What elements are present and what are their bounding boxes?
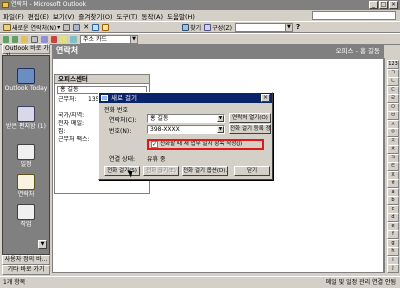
tasks-icon xyxy=(17,204,35,220)
other-shortcuts-button[interactable]: 기타 바로 가기 xyxy=(2,265,50,275)
sidebar-item-label: 연락처 xyxy=(17,191,35,198)
menu-file[interactable]: 파일(F) xyxy=(3,11,24,21)
folder-banner-right: 오피스 - 홍 길동 xyxy=(335,47,380,55)
standard-toolbar: 새로운 연락처(N) ▾ ✕ 찾기 구성(Z) ▼ ? xyxy=(0,21,400,33)
find-button[interactable]: 찾기 xyxy=(182,23,201,32)
forward-icon[interactable] xyxy=(12,35,18,43)
dialing-properties-button[interactable]: 전화 걸기 등록 정보(P)... xyxy=(229,124,271,134)
dialing-options-button[interactable]: 전화 걸기 옵션(D)... xyxy=(182,166,228,176)
calendar-icon xyxy=(17,144,35,160)
chevron-down-icon[interactable]: ▼ xyxy=(217,126,224,133)
undo-icon[interactable] xyxy=(51,35,57,43)
current-view-value: 주소 카드 xyxy=(83,35,107,43)
organize-label: 구성(Z) xyxy=(212,24,232,32)
item-count: 1개 항목 xyxy=(3,279,26,286)
outlook-shortcuts-header[interactable]: Outlook 바로 가기 xyxy=(2,44,50,60)
outlook-bar: Outlook Today 받은 편지함 (1) 일정 연락처 작업 ▼ xyxy=(2,55,50,255)
folder-title: 연락처 xyxy=(56,46,79,55)
menu-tools[interactable]: 도구(T) xyxy=(117,11,138,21)
contact-label: 연락처(C): xyxy=(109,117,137,124)
new-call-dialog: 새로 걸기 × 전화 번호 연락처(C): 홍 길동 ▼ 연락처 열기(O) 번… xyxy=(98,92,273,180)
new-contact-button[interactable]: 새로운 연락처(N) ▾ xyxy=(3,23,60,32)
end-call-button[interactable]: 전화 끊기(E) xyxy=(143,166,179,176)
card-company: 오피스센터 xyxy=(55,75,149,84)
sidebar-item-label: 일정 xyxy=(20,161,32,168)
outlook-today-icon xyxy=(17,68,35,84)
connection-status: 메일 및 일정 관리 연결 안됨 xyxy=(325,279,396,286)
sidebar-item-label: 받은 편지함 (1) xyxy=(6,123,46,130)
sidebar-item-label: 작업 xyxy=(20,221,32,228)
outlook-app-icon xyxy=(2,2,9,8)
sidebar-item-calendar[interactable]: 일정 xyxy=(3,144,49,168)
help-question-input[interactable] xyxy=(312,11,396,20)
chevron-down-icon: ▾ xyxy=(57,23,61,31)
start-call-button[interactable]: 전화 걸기(S) xyxy=(104,166,140,176)
sidebar-item-outlook-today[interactable]: Outlook Today xyxy=(3,68,49,92)
menu-bar: 파일(F) 편집(E) 보기(V) 즐겨찾기(O) 도구(T) 동작(A) 도움… xyxy=(0,10,400,21)
menu-help[interactable]: 도움말(H) xyxy=(167,11,195,21)
group-icon[interactable] xyxy=(60,35,67,43)
sidebar-item-inbox[interactable]: 받은 편지함 (1) xyxy=(3,106,49,130)
preview-icon[interactable] xyxy=(41,35,48,43)
sidebar-item-contacts[interactable]: 연락처 xyxy=(3,174,49,198)
close-button[interactable]: × xyxy=(389,1,398,9)
current-view-select[interactable]: 주소 카드 ▼ xyxy=(80,34,138,44)
letter-tab[interactable]: j xyxy=(387,264,399,273)
menu-favorites[interactable]: 즐겨찾기(O) xyxy=(78,11,112,21)
menu-actions[interactable]: 동작(A) xyxy=(142,11,163,21)
find-label: 찾기 xyxy=(190,24,202,32)
number-label: 번호(N): xyxy=(109,128,132,135)
number-value: 398-XXXX xyxy=(150,126,180,133)
close-dialog-button[interactable]: 닫기 xyxy=(234,166,270,176)
inbox-icon xyxy=(17,106,35,122)
chevron-down-icon[interactable]: ▼ xyxy=(217,115,224,122)
sidebar-item-tasks[interactable]: 작업 xyxy=(3,204,49,228)
help-icon[interactable]: ? xyxy=(296,23,300,31)
back-icon[interactable] xyxy=(3,35,9,43)
field-chooser-icon[interactable] xyxy=(70,35,77,43)
window-title: 연락처 - Microsoft Outlook xyxy=(11,1,87,8)
send-mail-icon[interactable] xyxy=(92,23,100,31)
window-title-bar: 연락처 - Microsoft Outlook _ □ × xyxy=(0,0,400,10)
journal-checkbox-label: 전화할 때 새 업무 일지 항목 작성(J) xyxy=(160,141,243,147)
open-contact-button[interactable]: 연락처 열기(O) xyxy=(229,113,271,123)
number-field[interactable]: 398-XXXX ▼ xyxy=(147,125,225,134)
new-contact-label: 새로운 연락처(N) xyxy=(12,24,57,32)
sidebar-item-label: Outlook Today xyxy=(4,85,48,92)
dialog-title-bar: 새로 걸기 × xyxy=(99,93,272,103)
new-contact-icon xyxy=(3,23,11,31)
dialog-title: 새로 걸기 xyxy=(111,94,137,102)
contacts-icon xyxy=(17,174,35,190)
maximize-button[interactable]: □ xyxy=(379,1,388,9)
delete-icon[interactable]: ✕ xyxy=(83,23,89,31)
phone-number-group-label: 전화 번호 xyxy=(104,107,128,114)
call-status-label: 연결 상태: xyxy=(109,156,136,163)
chevron-down-icon[interactable]: ▼ xyxy=(284,23,292,31)
journal-checkbox[interactable]: ✓ xyxy=(151,141,158,148)
my-shortcuts-button[interactable]: 사용자 정의 바... xyxy=(2,255,50,265)
letter-index: 123 ㄱㄴㄷㄹㅁㅂㅅㅇㅈㅊㅋㅌㅍㅎ a b c d e f g h i j xyxy=(384,58,400,273)
contact-search-combo[interactable]: ▼ xyxy=(234,22,293,32)
move-to-folder-icon[interactable] xyxy=(73,23,81,31)
phone-icon xyxy=(101,95,108,101)
contact-field[interactable]: 홍 길동 ▼ xyxy=(147,114,225,123)
dialog-close-button[interactable]: × xyxy=(261,94,270,102)
minimize-button[interactable]: _ xyxy=(369,1,378,9)
status-bar: 1개 항목 메일 및 일정 관리 연결 안됨 xyxy=(0,276,400,288)
find-icon xyxy=(182,23,190,31)
menu-view[interactable]: 보기(V) xyxy=(53,11,74,21)
call-status-value: 유휴 중 xyxy=(147,156,166,163)
contact-value: 홍 길동 xyxy=(150,115,169,122)
meeting-icon[interactable] xyxy=(102,23,110,31)
menu-edit[interactable]: 편집(E) xyxy=(28,11,49,21)
up-one-level-icon[interactable] xyxy=(21,35,28,43)
print-icon[interactable] xyxy=(63,23,71,31)
organize-button[interactable]: 구성(Z) xyxy=(204,23,232,32)
folder-list-icon[interactable] xyxy=(31,35,38,43)
scroll-down-button[interactable]: ▼ xyxy=(38,240,47,249)
organize-icon xyxy=(204,23,212,31)
chevron-down-icon[interactable]: ▼ xyxy=(130,35,137,43)
create-journal-entry-option[interactable]: ✓ 전화할 때 새 업무 일지 항목 작성(J) xyxy=(147,139,264,150)
folder-banner: 연락처 오피스 - 홍 길동 xyxy=(52,44,384,58)
